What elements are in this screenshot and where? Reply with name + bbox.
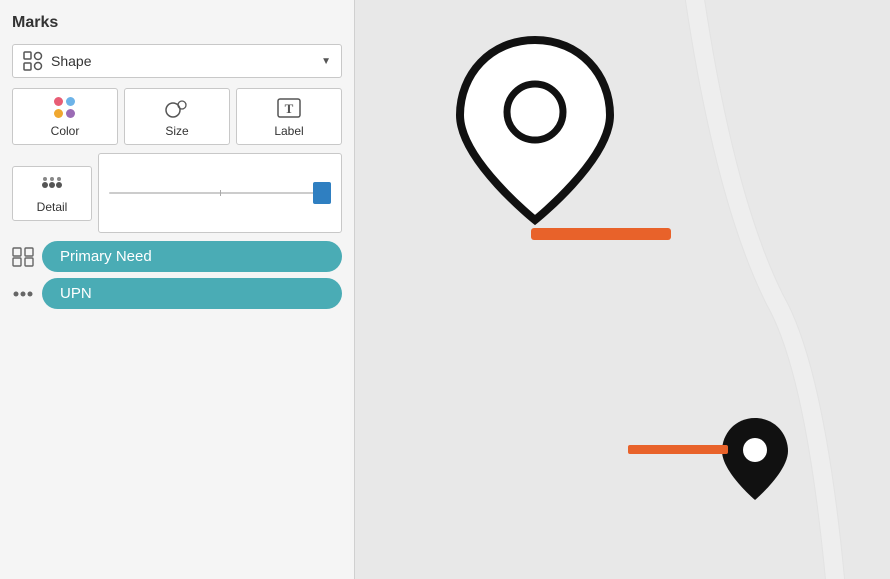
color-icon (54, 97, 76, 119)
size-slider-track[interactable] (109, 192, 331, 194)
upn-chip[interactable]: UPN (42, 278, 342, 309)
map-pin-small (720, 414, 790, 509)
detail-icon (39, 175, 65, 195)
color-button-label: Color (51, 124, 80, 138)
svg-text:T: T (285, 101, 294, 116)
map-pin-large (455, 30, 615, 235)
shape-dropdown-label: Shape (51, 53, 91, 69)
small-pin-bar (628, 445, 728, 454)
map-area (355, 0, 890, 579)
size-slider-box (98, 153, 342, 233)
size-button-label: Size (165, 124, 188, 138)
primary-need-chip[interactable]: Primary Need (42, 241, 342, 272)
upn-icon (12, 287, 34, 301)
detail-button-label: Detail (37, 200, 68, 214)
map-road (355, 0, 890, 579)
color-button[interactable]: Color (12, 88, 118, 145)
size-button[interactable]: Size (124, 88, 230, 145)
size-icon (165, 97, 189, 119)
marks-panel: Marks Shape ▼ Color (0, 0, 355, 579)
small-pin-svg (720, 414, 790, 504)
mark-buttons-row: Color Size T Label (12, 88, 342, 145)
upn-row: UPN (12, 278, 342, 309)
slider-thumb[interactable] (313, 182, 331, 204)
primary-need-icon (12, 247, 34, 267)
label-button[interactable]: T Label (236, 88, 342, 145)
primary-need-row: Primary Need (12, 241, 342, 272)
detail-chip-icon (12, 287, 34, 301)
panel-title: Marks (12, 14, 342, 32)
chips-section: Primary Need UPN (12, 241, 342, 309)
label-icon: T (276, 97, 302, 119)
detail-button[interactable]: Detail (12, 166, 92, 221)
large-pin-svg (455, 30, 615, 230)
shape-dropdown[interactable]: Shape ▼ (12, 44, 342, 78)
chevron-down-icon: ▼ (321, 56, 331, 67)
shape-chip-icon (12, 247, 34, 267)
large-pin-bar (531, 228, 671, 240)
detail-row: Detail (12, 153, 342, 233)
shape-dropdown-icon (23, 51, 43, 71)
slider-tick (220, 190, 221, 196)
label-button-label: Label (274, 124, 303, 138)
